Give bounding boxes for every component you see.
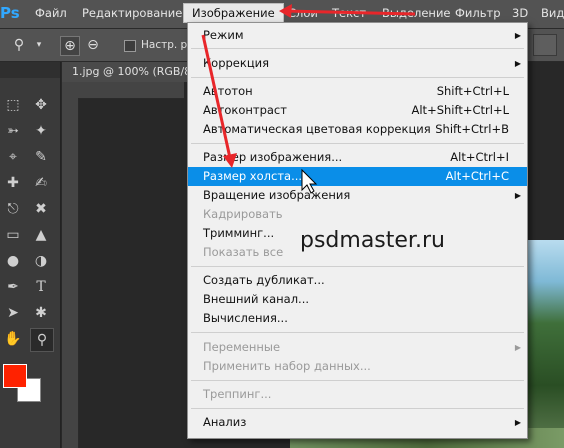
type-tool-icon[interactable]: T bbox=[30, 276, 52, 298]
paint-bucket-icon[interactable]: ▲ bbox=[30, 224, 52, 246]
submenu-arrow-icon: ▶ bbox=[514, 343, 521, 352]
menu-separator bbox=[191, 380, 524, 381]
submenu-arrow-icon: ▶ bbox=[514, 31, 521, 40]
horizontal-ruler[interactable] bbox=[62, 82, 184, 99]
brush-tool-icon[interactable]: ✍ bbox=[30, 172, 52, 194]
chevron-down-icon[interactable]: ▾ bbox=[30, 36, 48, 54]
menu-item-auto-color[interactable]: Автоматическая цветовая коррекция Shift+… bbox=[188, 120, 527, 139]
magic-wand-icon[interactable]: ✦ bbox=[30, 120, 52, 142]
history-brush-icon[interactable]: ✖ bbox=[30, 198, 52, 220]
menu-item-calculations[interactable]: Вычисления... bbox=[188, 309, 527, 328]
lasso-tool-icon[interactable]: ➳ bbox=[2, 120, 24, 142]
foreground-color-swatch[interactable] bbox=[3, 364, 27, 388]
vertical-ruler[interactable] bbox=[62, 98, 79, 448]
eyedropper-icon[interactable]: ✎ bbox=[30, 146, 52, 168]
menu-file[interactable]: Файл bbox=[35, 6, 67, 20]
hand-tool-icon[interactable]: ✋ bbox=[2, 328, 24, 350]
menu-type[interactable]: Текст bbox=[332, 6, 366, 20]
menu-item-apply-data-set: Применить набор данных... bbox=[203, 359, 371, 373]
toolbox-handle[interactable] bbox=[0, 62, 60, 78]
menu-item-crop: Кадрировать bbox=[203, 207, 283, 221]
menu-item-apply-image[interactable]: Внешний канал... bbox=[188, 290, 527, 309]
menu-separator bbox=[191, 332, 524, 333]
options-button[interactable] bbox=[533, 34, 557, 56]
menu-layers[interactable]: Слои bbox=[288, 6, 318, 20]
resize-windows-checkbox[interactable] bbox=[124, 40, 136, 52]
marquee-tool-icon[interactable]: ⬚ bbox=[2, 94, 24, 116]
menu-separator bbox=[191, 143, 524, 144]
menu-edit[interactable]: Редактирование bbox=[82, 6, 182, 20]
zoom-in-icon[interactable]: ⊕ bbox=[60, 36, 80, 56]
clone-stamp-icon[interactable]: ⎋ bbox=[2, 198, 24, 220]
move-tool-icon[interactable]: ✥ bbox=[30, 94, 52, 116]
menu-item-trap: Треппинг... bbox=[203, 387, 272, 401]
menu-item-auto-contrast[interactable]: Автоконтраст Alt+Shift+Ctrl+L bbox=[188, 101, 527, 120]
menu-select[interactable]: Выделение bbox=[382, 6, 451, 20]
menu-3d[interactable]: 3D bbox=[512, 6, 528, 20]
toolbox: ⬚ ✥ ➳ ✦ ⌖ ✎ ✚ ✍ ⎋ ✖ ▭ ▲ ● ◑ ✒ T ➤ ✱ ✋ ⚲ bbox=[0, 62, 61, 448]
menu-view[interactable]: Вид bbox=[541, 6, 564, 20]
submenu-arrow-icon: ▶ bbox=[514, 418, 521, 427]
eraser-icon[interactable]: ▭ bbox=[2, 224, 24, 246]
shape-tool-icon[interactable]: ✱ bbox=[30, 302, 52, 324]
zoom-tool-icon[interactable]: ⚲ bbox=[30, 328, 54, 352]
menu-item-image-size[interactable]: Размер изображения... Alt+Ctrl+I bbox=[188, 148, 527, 167]
menu-separator bbox=[191, 77, 524, 78]
canvas-image bbox=[528, 240, 564, 448]
path-selection-icon[interactable]: ➤ bbox=[2, 302, 24, 324]
menu-item-adjustments[interactable]: Коррекция ▶ bbox=[188, 54, 527, 73]
zoom-tool-icon[interactable]: ⚲ bbox=[10, 36, 28, 54]
zoom-out-icon[interactable]: ⊖ bbox=[84, 36, 102, 54]
submenu-arrow-icon: ▶ bbox=[514, 59, 521, 68]
menu-item-canvas-size[interactable]: Размер холста... Alt+Ctrl+C bbox=[188, 167, 527, 186]
menu-separator bbox=[191, 266, 524, 267]
menu-image[interactable]: Изображение bbox=[183, 3, 284, 23]
menu-item-duplicate[interactable]: Создать дубликат... bbox=[188, 271, 527, 290]
menu-item-mode[interactable]: Режим ▶ bbox=[188, 26, 527, 45]
resize-windows-label: Настр. р bbox=[141, 39, 188, 51]
dodge-tool-icon[interactable]: ◑ bbox=[30, 250, 52, 272]
blur-tool-icon[interactable]: ● bbox=[2, 250, 24, 272]
menu-separator bbox=[191, 408, 524, 409]
menu-item-auto-tone[interactable]: Автотон Shift+Ctrl+L bbox=[188, 82, 527, 101]
photoshop-logo: Ps bbox=[0, 4, 20, 22]
menu-separator bbox=[191, 48, 524, 49]
menu-filter[interactable]: Фильтр bbox=[455, 6, 501, 20]
menu-item-variables: Переменные ▶ bbox=[188, 338, 527, 357]
submenu-arrow-icon: ▶ bbox=[514, 191, 521, 200]
pen-tool-icon[interactable]: ✒ bbox=[2, 276, 24, 298]
menu-item-analysis[interactable]: Анализ ▶ bbox=[188, 413, 527, 432]
document-tab[interactable]: 1.jpg @ 100% (RGB/8 bbox=[62, 62, 194, 82]
menu-item-image-rotation[interactable]: Вращение изображения ▶ bbox=[188, 186, 527, 205]
crop-tool-icon[interactable]: ⌖ bbox=[2, 146, 24, 168]
healing-brush-icon[interactable]: ✚ bbox=[2, 172, 24, 194]
watermark-text: psdmaster.ru bbox=[300, 228, 445, 253]
